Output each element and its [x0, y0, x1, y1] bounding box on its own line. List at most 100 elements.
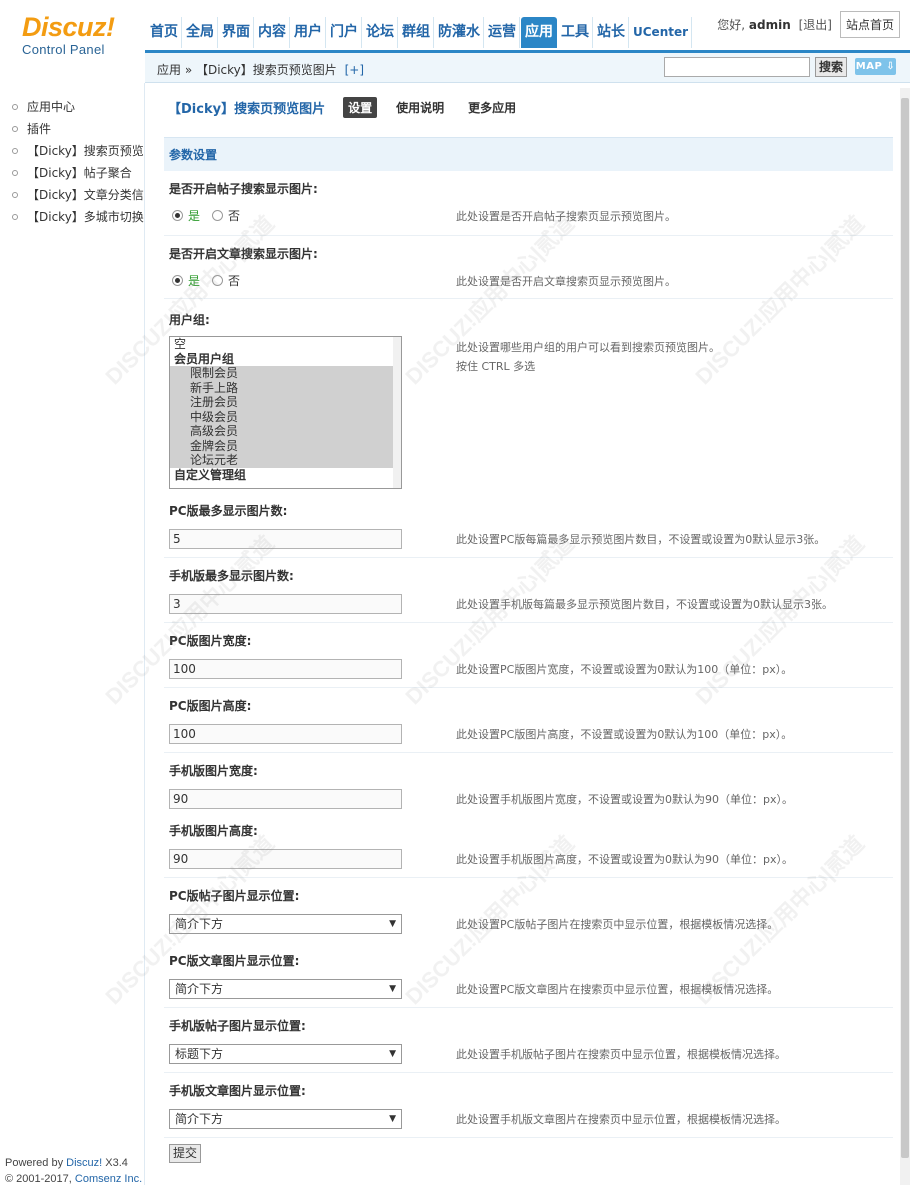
mobile-thread-pos-select[interactable]: 标题下方 ▼ [169, 1044, 402, 1064]
sidebar-menu: 应用中心 插件 【Dicky】搜索页预览图片 【Dicky】帖子聚合 【Dick… [0, 96, 144, 228]
sidebar-item-label: 插件 [27, 122, 52, 136]
select-value: 标题下方 [175, 1047, 224, 1061]
bullet-icon [12, 148, 18, 154]
search-button[interactable]: 搜索 [815, 57, 847, 77]
site-home-button[interactable]: 站点首页 [839, 11, 900, 38]
header: Discuz! Control Panel 首页 全局 界面 内容 用户 门户 … [0, 0, 910, 57]
nav-founder[interactable]: 站长 [594, 17, 629, 48]
mobile-height-input[interactable]: 90 [169, 849, 402, 869]
radio-yes[interactable] [172, 275, 183, 286]
radio-no[interactable] [212, 275, 224, 286]
mobile-article-pos-select[interactable]: 简介下方 ▼ [169, 1109, 402, 1129]
sidebar-item-label: 【Dicky】帖子聚合 [27, 166, 132, 180]
footer-version: X3.4 [105, 1157, 128, 1169]
nav-plugin[interactable]: 应用 [521, 17, 557, 48]
mobile-width-input[interactable]: 90 [169, 789, 402, 809]
setting-desc-hint: 按住 CTRL 多选 [456, 360, 536, 373]
search-input[interactable] [664, 57, 810, 77]
setting-desc: 此处设置哪些用户组的用户可以看到搜索页预览图片。 [456, 341, 720, 354]
nav-user[interactable]: 用户 [291, 17, 326, 48]
pc-width-input[interactable]: 100 [169, 659, 402, 679]
option-senior[interactable]: 高级会员 [170, 424, 401, 439]
tab-usage[interactable]: 使用说明 [391, 97, 449, 118]
footer-copyright: © 2001-2017, [5, 1173, 72, 1185]
sidebar-footer: Powered by Discuz! X3.4 © 2001-2017, Com… [5, 1155, 142, 1187]
radio-no-label[interactable]: 否 [228, 272, 240, 289]
nav-portal[interactable]: 门户 [327, 17, 362, 48]
tab-settings[interactable]: 设置 [343, 97, 378, 118]
submit-button[interactable]: 提交 [169, 1144, 201, 1163]
sidebar-item-thread-aggregate[interactable]: 【Dicky】帖子聚合 [0, 162, 144, 184]
nav-antispam[interactable]: 防灌水 [435, 17, 484, 48]
nav-operation[interactable]: 运营 [485, 17, 520, 48]
radio-no-label[interactable]: 否 [228, 207, 240, 224]
radio-yes[interactable] [172, 210, 183, 221]
setting-desc: 此处设置PC版每篇最多显示预览图片数目，不设置或设置为0默认显示3张。 [456, 533, 826, 546]
sidebar-item-plugins[interactable]: 插件 [0, 118, 144, 140]
setting-desc: 此处设置手机版图片宽度，不设置或设置为0默认为90（单位：px）。 [456, 793, 793, 806]
watermark: DISCUZ!应用中心|贰道 [400, 530, 579, 710]
bullet-icon [12, 104, 18, 110]
dropdown-arrow-icon: ▼ [389, 984, 396, 994]
radio-yes-label[interactable]: 是 [188, 272, 200, 289]
map-button[interactable]: MAP ⇩ [855, 58, 896, 75]
sidebar-item-label: 【Dicky】文章分类信息 [27, 188, 144, 202]
setting-label: 手机版图片宽度: [169, 764, 258, 778]
setting-desc: 此处设置PC版图片宽度，不设置或设置为0默认为100（单位：px）。 [456, 663, 793, 676]
nav-group[interactable]: 群组 [399, 17, 434, 48]
page-header: 【Dicky】搜索页预览图片 设置 使用说明 更多应用 [168, 97, 535, 118]
nav-tools[interactable]: 工具 [558, 17, 593, 48]
select-value: 简介下方 [175, 982, 224, 996]
main-scrollbar[interactable] [900, 88, 910, 1185]
sidebar-item-app-center[interactable]: 应用中心 [0, 96, 144, 118]
option-gold[interactable]: 金牌会员 [170, 438, 401, 453]
pc-height-input[interactable]: 100 [169, 724, 402, 744]
nav-global[interactable]: 全局 [183, 17, 218, 48]
nav-style[interactable]: 界面 [219, 17, 254, 48]
option-restricted[interactable]: 限制会员 [170, 366, 401, 381]
nav-home[interactable]: 首页 [147, 17, 182, 48]
nav-ucenter[interactable]: UCenter [630, 17, 693, 48]
thread-img-radios: 是 否 [172, 207, 252, 224]
setting-label: 手机版图片高度: [169, 824, 258, 838]
setting-label: 是否开启帖子搜索显示图片: [169, 182, 318, 196]
radio-yes-label[interactable]: 是 [188, 207, 200, 224]
footer-discuz-link[interactable]: Discuz! [66, 1157, 102, 1169]
row-divider [164, 298, 893, 299]
row-divider [164, 557, 893, 558]
nav-forum[interactable]: 论坛 [363, 17, 398, 48]
multiselect-scrollbar[interactable] [393, 337, 401, 488]
pc-thread-pos-select[interactable]: 简介下方 ▼ [169, 914, 402, 934]
sidebar: 应用中心 插件 【Dicky】搜索页预览图片 【Dicky】帖子聚合 【Dick… [0, 83, 145, 1185]
bullet-icon [12, 126, 18, 132]
option-empty[interactable]: 空 [170, 337, 401, 352]
discuz-logo[interactable]: Discuz! Control Panel [22, 13, 132, 57]
option-registered[interactable]: 注册会员 [170, 395, 401, 410]
main-content: 【Dicky】搜索页预览图片 设置 使用说明 更多应用 参数设置 是否开启帖子搜… [101, 83, 910, 1185]
logout-link[interactable]: [退出] [799, 18, 832, 32]
option-veteran[interactable]: 论坛元老 [170, 453, 401, 468]
radio-no[interactable] [212, 210, 224, 221]
select-value: 简介下方 [175, 1112, 224, 1126]
setting-label: PC版图片高度: [169, 699, 252, 713]
usergroup-multiselect[interactable]: 空 会员用户组 限制会员 新手上路 注册会员 中级会员 高级会员 金牌会员 论坛… [169, 336, 402, 489]
setting-desc: 此处设置PC版文章图片在搜索页中显示位置，根据模板情况选择。 [456, 983, 779, 996]
nav-content[interactable]: 内容 [255, 17, 290, 48]
setting-desc: 此处设置手机版文章图片在搜索页中显示位置，根据模板情况选择。 [456, 1113, 786, 1126]
section-title: 参数设置 [164, 137, 893, 171]
scrollbar-thumb[interactable] [901, 98, 909, 1158]
mobile-max-input[interactable]: 3 [169, 594, 402, 614]
sidebar-item-article-category[interactable]: 【Dicky】文章分类信息 [0, 184, 144, 206]
setting-label: 手机版帖子图片显示位置: [169, 1019, 306, 1033]
option-middle[interactable]: 中级会员 [170, 409, 401, 424]
footer-comsenz-link[interactable]: Comsenz Inc. [75, 1173, 142, 1185]
sidebar-item-multi-city[interactable]: 【Dicky】多城市切换(分站) [0, 206, 144, 228]
sidebar-item-search-preview[interactable]: 【Dicky】搜索页预览图片 [0, 140, 144, 162]
pc-max-input[interactable]: 5 [169, 529, 402, 549]
logo-subtitle: Control Panel [22, 42, 105, 57]
add-shortcut-link[interactable]: [+] [345, 63, 364, 77]
option-newbie[interactable]: 新手上路 [170, 380, 401, 395]
logo-text: Discuz! [22, 12, 115, 42]
tab-more-apps[interactable]: 更多应用 [463, 97, 521, 118]
pc-article-pos-select[interactable]: 简介下方 ▼ [169, 979, 402, 999]
